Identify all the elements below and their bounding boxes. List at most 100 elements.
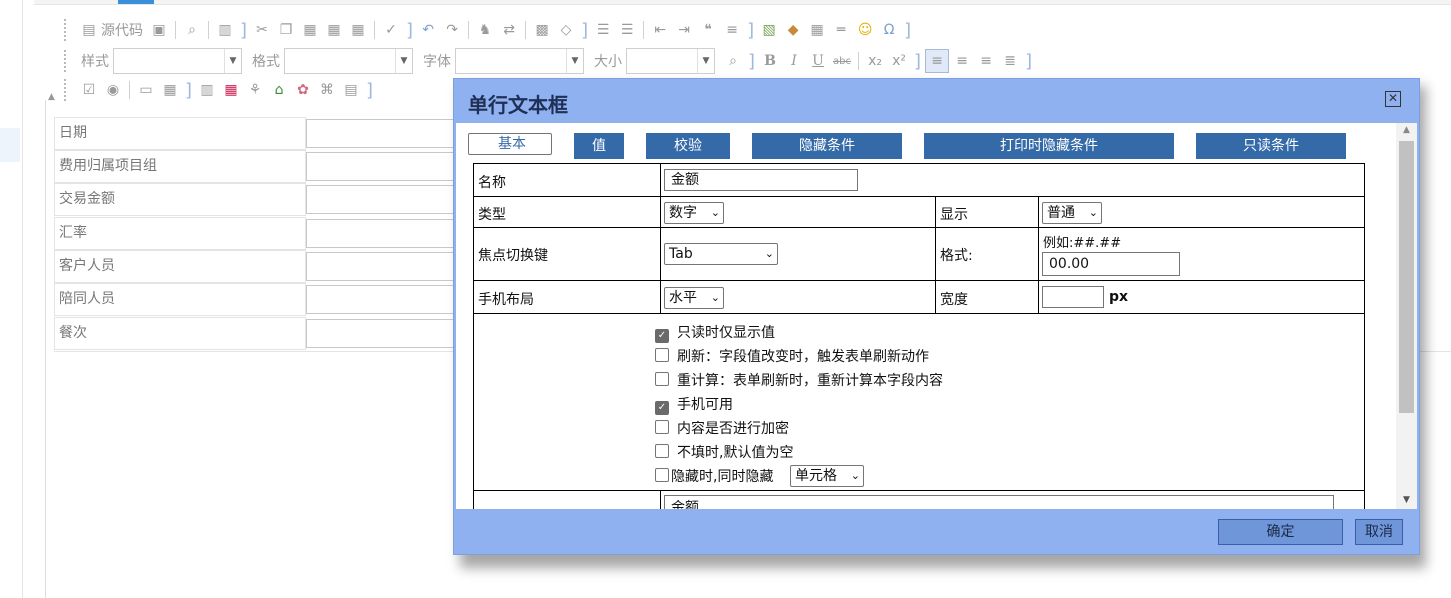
hide-scope-select[interactable]: 单元格 ⌄	[790, 465, 864, 487]
toolbar-grip[interactable]	[64, 79, 71, 101]
find-text-icon[interactable]: ⌕	[722, 50, 744, 72]
format-select[interactable]: ▼	[284, 48, 413, 74]
image-icon[interactable]: ▧	[758, 19, 780, 41]
mobile-layout-select[interactable]: 水平 ⌄	[664, 287, 724, 309]
cancel-button[interactable]: 取消	[1355, 519, 1403, 545]
tab-hide-condition[interactable]: 隐藏条件	[752, 133, 902, 159]
cut-icon[interactable]: ✂	[251, 19, 273, 41]
special-char-icon[interactable]: Ω	[878, 19, 900, 41]
size-select[interactable]: ▼	[626, 48, 715, 74]
partial-textarea[interactable]: 金额	[664, 495, 1334, 509]
align-center-icon[interactable]: ≡	[951, 50, 973, 72]
find-icon[interactable]: ♞	[474, 19, 496, 41]
checkbox-label: 刷新：字段值改变时，触发表单刷新动作	[677, 349, 929, 365]
users-icon[interactable]: ✿	[292, 79, 314, 101]
indent-icon[interactable]: ⇥	[673, 19, 695, 41]
active-tab-indicator[interactable]	[118, 0, 154, 4]
dialog-scrollbar[interactable]: ▲ ▼	[1396, 123, 1417, 509]
form-row-input[interactable]	[306, 185, 458, 214]
textarea-icon[interactable]: ▦	[159, 79, 181, 101]
paste-text-icon[interactable]: ▦	[323, 19, 345, 41]
undo-icon[interactable]: ↶	[417, 19, 439, 41]
select-all-icon[interactable]: ▩	[531, 19, 553, 41]
width-input[interactable]	[1042, 286, 1104, 308]
layout-icon[interactable]: ▥	[196, 79, 218, 101]
outdent-icon[interactable]: ⇤	[649, 19, 671, 41]
form-row-input[interactable]	[306, 219, 458, 248]
div-icon[interactable]: ≡	[721, 19, 743, 41]
close-icon[interactable]: ✕	[1385, 91, 1401, 107]
tab-value[interactable]: 值	[574, 133, 624, 159]
default-empty-checkbox[interactable]: 不填时,默认值为空	[655, 442, 793, 462]
paste-icon[interactable]: ▦	[299, 19, 321, 41]
scroll-up-icon[interactable]: ▲	[1396, 125, 1417, 137]
form-row-label: 费用归属项目组	[54, 150, 306, 183]
tree-icon[interactable]: ⚘	[244, 79, 266, 101]
checkbox-box	[655, 468, 669, 482]
tab-print-hide-condition[interactable]: 打印时隐藏条件	[924, 133, 1174, 159]
recalculate-checkbox[interactable]: 重计算：表单刷新时，重新计算本字段内容	[655, 370, 943, 390]
smiley-icon[interactable]: ☺	[854, 19, 876, 41]
form-row-input[interactable]	[306, 252, 458, 281]
encrypt-checkbox[interactable]: 内容是否进行加密	[655, 418, 789, 438]
strike-button[interactable]: abc	[831, 50, 853, 72]
source-button[interactable]: 源代码	[101, 20, 143, 40]
toolbar-grip[interactable]	[64, 50, 71, 72]
copy-icon[interactable]: ❐	[275, 19, 297, 41]
hr-icon[interactable]: ═	[830, 19, 852, 41]
ordered-list-icon[interactable]: ☰	[592, 19, 614, 41]
underline-button[interactable]: U	[807, 50, 829, 72]
org-icon[interactable]: ⌘	[316, 79, 338, 101]
form-row-input[interactable]	[306, 319, 458, 348]
replace-icon[interactable]: ⇄	[498, 19, 520, 41]
sidebar-active-item[interactable]	[0, 128, 20, 162]
align-right-icon[interactable]: ≡	[975, 50, 997, 72]
template-icon[interactable]: ▥	[214, 19, 236, 41]
align-justify-icon[interactable]: ≣	[999, 50, 1021, 72]
focus-key-select[interactable]: Tab ⌄	[664, 243, 778, 265]
name-input[interactable]: 金额	[664, 169, 858, 191]
radio-field-icon[interactable]: ◉	[102, 79, 124, 101]
eraser-icon[interactable]: ◇	[555, 19, 577, 41]
style-select[interactable]: ▼	[113, 48, 242, 74]
form-row-input[interactable]	[306, 119, 458, 148]
refresh-checkbox[interactable]: 刷新：字段值改变时，触发表单刷新动作	[655, 346, 929, 366]
format-input[interactable]: 00.00	[1042, 252, 1180, 276]
blockquote-icon[interactable]: ❝	[697, 19, 719, 41]
align-left-icon[interactable]: ≡	[925, 49, 950, 73]
ok-button[interactable]: 确定	[1218, 519, 1343, 545]
preview-icon[interactable]: ⌕	[181, 19, 203, 41]
readonly-show-value-checkbox[interactable]: ✓ 只读时仅显示值	[655, 322, 775, 343]
calendar-icon[interactable]: ▦	[220, 79, 242, 101]
font-select[interactable]: ▼	[455, 48, 584, 74]
subscript-icon[interactable]: x₂	[864, 50, 886, 72]
form-row-input[interactable]	[306, 152, 458, 181]
tab-readonly-condition[interactable]: 只读条件	[1196, 133, 1346, 159]
flash-icon[interactable]: ◆	[782, 19, 804, 41]
separator	[643, 21, 645, 39]
checkbox-field-icon[interactable]: ☑	[78, 79, 100, 101]
redo-icon[interactable]: ↷	[441, 19, 463, 41]
hide-together-checkbox[interactable]: 隐藏时,同时隐藏	[655, 466, 773, 486]
tab-validation[interactable]: 校验	[646, 133, 730, 159]
scroll-down-icon[interactable]: ▼	[1396, 495, 1417, 507]
superscript-icon[interactable]: x²	[888, 50, 910, 72]
bank-icon[interactable]: ⌂	[268, 79, 290, 101]
toolbar-grip[interactable]	[64, 19, 71, 41]
display-select[interactable]: 普通 ⌄	[1042, 202, 1102, 224]
scrollbar-thumb[interactable]	[1399, 141, 1414, 413]
bold-button[interactable]: B	[759, 50, 781, 72]
collapse-toolbar-icon[interactable]: ▲	[48, 92, 55, 102]
textfield-icon[interactable]: ▭	[135, 79, 157, 101]
form-icon[interactable]: ▤	[340, 79, 362, 101]
type-select[interactable]: 数字 ⌄	[664, 202, 724, 224]
bullet-list-icon[interactable]: ☰	[616, 19, 638, 41]
save-icon[interactable]: ▣	[148, 19, 170, 41]
mobile-enabled-checkbox[interactable]: ✓ 手机可用	[655, 394, 733, 415]
table-icon[interactable]: ▦	[806, 19, 828, 41]
tab-basic[interactable]: 基本	[468, 133, 552, 155]
italic-button[interactable]: I	[783, 50, 805, 72]
spellcheck-icon[interactable]: ✓	[380, 19, 402, 41]
paste-word-icon[interactable]: ▦	[347, 19, 369, 41]
form-row-input[interactable]	[306, 285, 458, 314]
